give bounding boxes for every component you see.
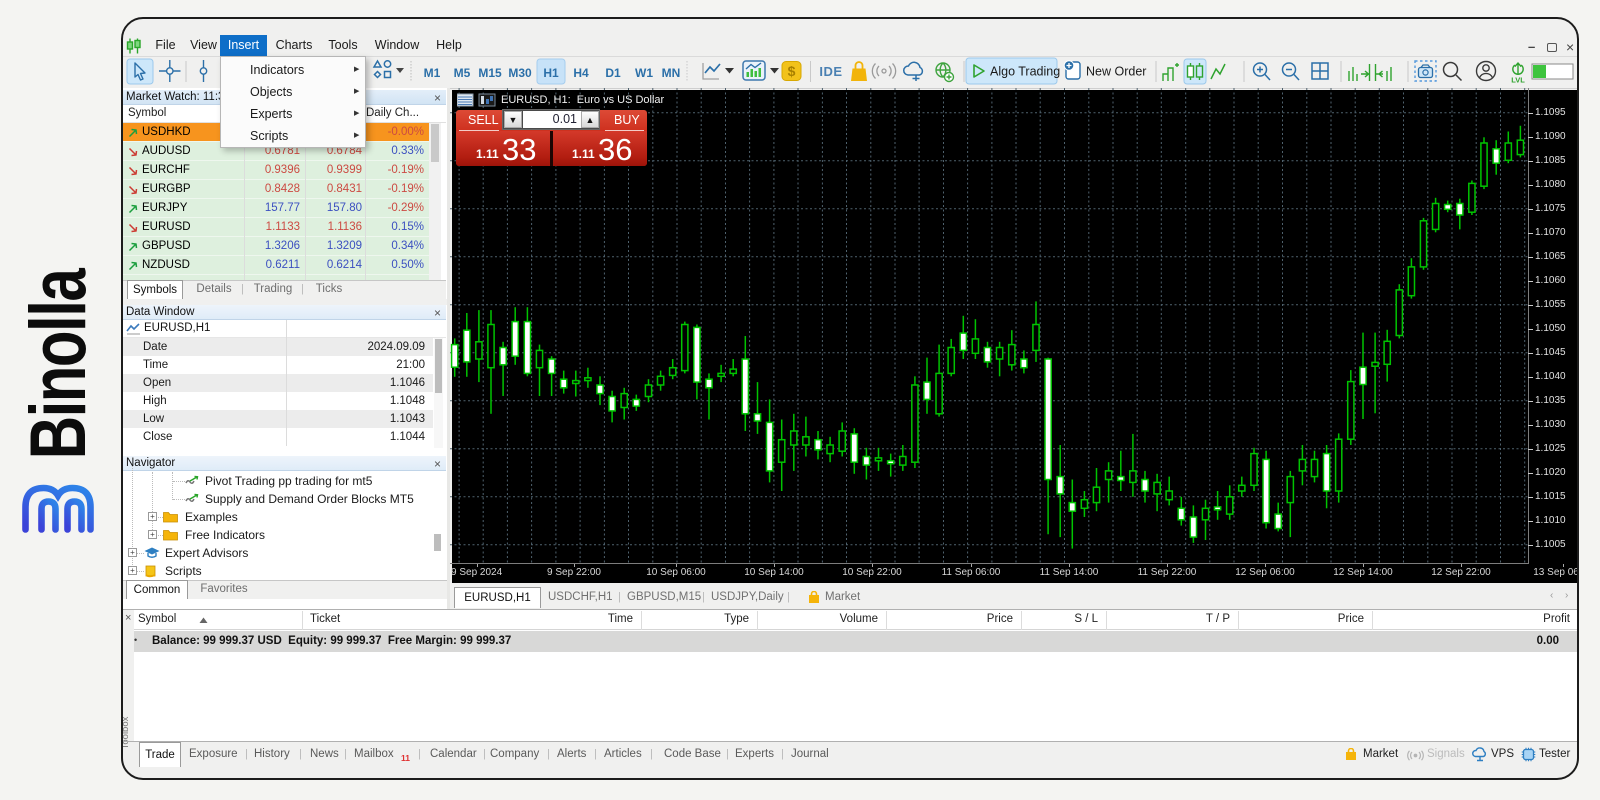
svg-text:New Order: New Order	[1086, 65, 1146, 79]
svg-text:IDE: IDE	[819, 64, 842, 79]
svg-text:$: $	[788, 63, 796, 79]
svg-text:Algo Trading: Algo Trading	[990, 65, 1060, 79]
svg-text:LVL: LVL	[1511, 76, 1525, 85]
